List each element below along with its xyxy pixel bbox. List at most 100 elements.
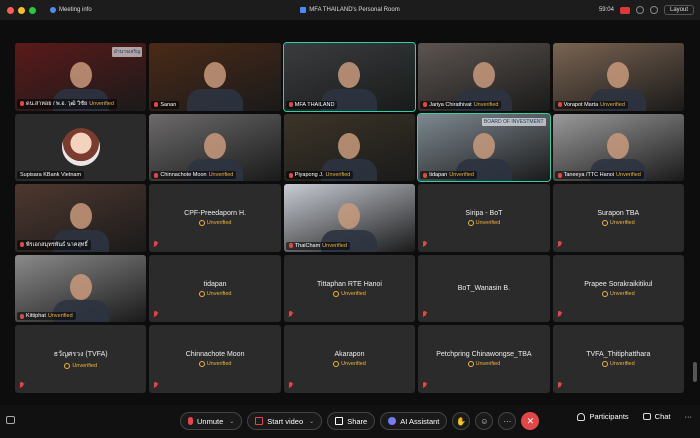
participant-tile[interactable]: ดน.สาหอย / พ.อ. วุฒิ วิชัย Unverified อำนา… xyxy=(15,43,147,111)
maximize-window-icon[interactable] xyxy=(29,6,36,14)
participant-name: Chinnachote Moon xyxy=(185,351,245,359)
participants-button[interactable]: Participants xyxy=(577,412,629,421)
participant-tile[interactable]: BoT_Wanasin B. xyxy=(418,254,550,323)
titlebar-right: 59:04 Layout xyxy=(599,0,694,20)
ai-assistant-icon xyxy=(388,417,397,425)
mic-muted-icon xyxy=(20,101,24,107)
mic-muted-icon xyxy=(557,311,562,318)
person-silhouette xyxy=(338,61,361,88)
chat-label: Chat xyxy=(654,412,671,421)
unverified-badge: Unverified xyxy=(600,101,625,108)
participant-name: Vorapot Marta xyxy=(563,101,599,108)
participant-tile[interactable]: CPF-Preedaporn H. Unverified xyxy=(149,184,281,252)
unverified-badge: Unverified xyxy=(333,291,366,297)
name-only-container: Petchpring Chinawongse_TBA Unverified xyxy=(418,325,549,393)
unverified-badge: Unverified xyxy=(449,172,474,179)
meeting-info-button[interactable]: Meeting info xyxy=(50,7,92,13)
smiley-icon: ☺ xyxy=(480,416,489,426)
participant-name-label: ThaiCham Unverified xyxy=(285,241,350,250)
participant-tile[interactable]: tidapan Unverified BOARD OF INVESTMENT xyxy=(417,112,551,183)
participant-tile[interactable]: ThaiCham Unverified xyxy=(283,184,416,252)
participant-tile[interactable]: Akarapon Unverified xyxy=(283,325,416,393)
participant-tile[interactable]: ธวัญศรวง (TVFA) Unverified xyxy=(15,325,147,393)
participant-tile[interactable]: Taneeya /TTC Hanoi Unverified xyxy=(552,113,684,182)
side-panel-handle[interactable] xyxy=(693,362,697,382)
mic-muted-icon xyxy=(557,240,562,248)
name-only-container: BoT_Wanasin B. xyxy=(418,255,549,323)
participant-name: Sanan xyxy=(160,101,177,108)
participant-tile[interactable]: tidapan Unverified xyxy=(149,254,281,323)
unmute-button[interactable]: Unmute ⌄ xyxy=(180,412,243,430)
mic-muted-icon xyxy=(422,240,427,248)
participants-icon xyxy=(577,412,586,421)
window-controls[interactable] xyxy=(7,6,36,14)
share-label: Share xyxy=(347,416,368,426)
participant-grid: ดน.สาหอย / พ.อ. วุฒิ วิชัย Unverified อำนา… xyxy=(15,42,684,393)
person-silhouette xyxy=(69,273,92,300)
chevron-down-icon[interactable]: ⌄ xyxy=(309,418,314,425)
participant-tile[interactable]: Tittaphan RTE Hanoi Unverified xyxy=(283,254,416,323)
participant-tile[interactable]: Supisara KBank Vietnam xyxy=(15,113,147,182)
participant-name-label: พีรเอกสมุทรพันธ์ นาคสุทธิ์ xyxy=(17,239,91,250)
participant-tile[interactable]: Kittiphat Unverified xyxy=(15,254,147,323)
minimize-window-icon[interactable] xyxy=(18,6,25,14)
start-video-button[interactable]: Start video ⌄ xyxy=(247,412,323,430)
share-icon xyxy=(335,417,344,425)
participant-name-label: Piyapong J. Unverified xyxy=(285,171,354,180)
search-icon[interactable] xyxy=(649,6,658,14)
leave-meeting-button[interactable]: ✕ xyxy=(521,412,540,430)
reactions-button[interactable]: ☺ xyxy=(475,412,494,430)
participant-name: Piyapong J. xyxy=(294,172,324,179)
participant-tile[interactable]: Vorapot Marta Unverified xyxy=(552,43,684,111)
recording-icon[interactable] xyxy=(619,6,630,14)
mic-muted-icon xyxy=(153,240,158,248)
status-icon[interactable] xyxy=(635,6,644,14)
participant-tile[interactable]: Jariya Chirathivat Unverified xyxy=(418,43,550,111)
participant-tile[interactable]: พีรเอกสมุทรพันธ์ นาคสุทธิ์ xyxy=(15,184,147,252)
participant-name: Tittaphan RTE Hanoi xyxy=(317,280,382,288)
person-silhouette xyxy=(69,203,92,230)
close-window-icon[interactable] xyxy=(7,6,14,14)
more-options-button[interactable]: ··· xyxy=(498,412,517,430)
more-menu-button[interactable]: ··· xyxy=(685,412,693,421)
mic-muted-icon xyxy=(288,172,293,178)
person-silhouette xyxy=(338,203,361,230)
meeting-info-label: Meeting info xyxy=(59,7,92,13)
captions-icon[interactable] xyxy=(6,416,15,424)
participant-tile[interactable]: MFA THAILAND xyxy=(282,42,417,112)
unverified-badge: Unverified xyxy=(333,361,366,367)
more-icon: ··· xyxy=(684,412,693,421)
meeting-timer: 59:04 xyxy=(598,7,614,13)
mic-muted-icon xyxy=(288,102,293,108)
start-video-label: Start video xyxy=(267,416,304,426)
mic-muted-icon xyxy=(20,242,24,248)
participant-tile[interactable]: Piyapong J. Unverified xyxy=(283,113,416,182)
participant-name: พีรเอกสมุทรพันธ์ นาคสุทธิ์ xyxy=(26,241,88,248)
participant-tile[interactable]: Surapon TBA Unverified xyxy=(552,184,684,252)
unverified-badge: Unverified xyxy=(325,172,351,179)
background-sign: อำนาจเจริญ xyxy=(111,47,143,57)
mic-muted-icon xyxy=(20,313,24,319)
mic-muted-icon xyxy=(154,102,159,108)
layout-button[interactable]: Layout xyxy=(663,5,694,15)
ai-assistant-label: AI Assistant xyxy=(400,416,440,426)
participant-name: Taneeya /TTC Hanoi xyxy=(563,172,615,179)
ai-assistant-button[interactable]: AI Assistant xyxy=(380,412,448,430)
participant-tile[interactable]: Chinnachote Moon Unverified xyxy=(149,113,281,182)
participant-tile[interactable]: Siripa - BoT Unverified xyxy=(418,184,550,252)
mic-muted-icon xyxy=(423,102,428,108)
person-silhouette xyxy=(204,132,227,159)
participant-name-label: Supisara KBank Vietnam xyxy=(17,171,85,180)
chat-button[interactable]: Chat xyxy=(642,412,671,421)
participant-tile[interactable]: Prapee Sorakraikitikul Unverified xyxy=(552,254,684,323)
participant-tile[interactable]: Sanan xyxy=(149,43,281,111)
chevron-down-icon[interactable]: ⌄ xyxy=(229,418,234,425)
share-button[interactable]: Share xyxy=(327,412,376,430)
participant-tile[interactable]: Petchpring Chinawongse_TBA Unverified xyxy=(418,325,550,393)
meeting-toolbar: Unmute ⌄ Start video ⌄ Share AI Assistan… xyxy=(0,405,700,438)
participant-tile[interactable]: TVFA_Thitiphatthara Unverified xyxy=(552,325,684,393)
participant-tile[interactable]: Chinnachote Moon Unverified xyxy=(149,325,281,393)
room-title: MFA THAILAND's Personal Room xyxy=(0,7,700,13)
info-icon xyxy=(50,7,56,13)
raise-hand-button[interactable]: ✋ xyxy=(452,412,471,430)
